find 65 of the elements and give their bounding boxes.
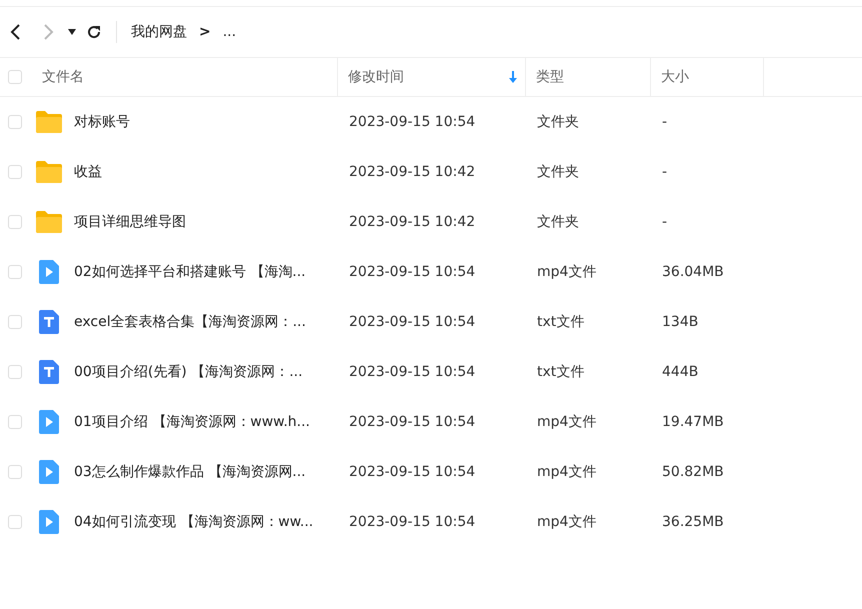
select-all-checkbox[interactable] bbox=[8, 70, 22, 84]
file-name[interactable]: 04如何引流变现 【海淘资源网：ww... bbox=[74, 513, 314, 531]
file-name[interactable]: 03怎么制作爆款作品 【海淘资源网... bbox=[74, 463, 306, 481]
file-size: - bbox=[662, 114, 668, 130]
modified-time: 2023-09-15 10:54 bbox=[349, 514, 476, 530]
file-type: 文件夹 bbox=[537, 113, 579, 131]
folder-icon bbox=[36, 211, 62, 233]
breadcrumb-separator: > bbox=[199, 24, 211, 40]
file-name[interactable]: 项目详细思维导图 bbox=[74, 213, 186, 231]
modified-time: 2023-09-15 10:54 bbox=[349, 414, 476, 430]
video-file-icon bbox=[39, 460, 59, 484]
file-type: txt文件 bbox=[537, 363, 584, 381]
modified-time: 2023-09-15 10:42 bbox=[349, 214, 476, 230]
file-name[interactable]: 00项目介绍(先看) 【海淘资源网：... bbox=[74, 363, 303, 381]
column-header[interactable]: 修改时间 bbox=[348, 68, 404, 86]
row-checkbox[interactable] bbox=[8, 265, 22, 279]
modified-time: 2023-09-15 10:42 bbox=[349, 164, 476, 180]
file-type: 文件夹 bbox=[537, 163, 579, 181]
file-size: 36.25MB bbox=[662, 514, 724, 530]
text-file-icon bbox=[39, 360, 59, 384]
file-type: txt文件 bbox=[537, 313, 584, 331]
file-type: mp4文件 bbox=[537, 463, 596, 481]
file-name[interactable]: 对标账号 bbox=[74, 113, 130, 131]
file-type: mp4文件 bbox=[537, 413, 596, 431]
column-header[interactable]: 类型 bbox=[536, 68, 564, 86]
column-header[interactable]: 大小 bbox=[661, 68, 689, 86]
file-size: 444B bbox=[662, 364, 698, 380]
file-size: 50.82MB bbox=[662, 464, 724, 480]
caret-icon[interactable] bbox=[68, 29, 76, 35]
row-checkbox[interactable] bbox=[8, 315, 22, 329]
row-checkbox[interactable] bbox=[8, 215, 22, 229]
video-file-icon bbox=[39, 510, 59, 534]
folder-icon bbox=[36, 161, 62, 183]
file-size: 134B bbox=[662, 314, 698, 330]
file-size: 19.47MB bbox=[662, 414, 724, 430]
file-size: 36.04MB bbox=[662, 264, 724, 280]
file-size: - bbox=[662, 164, 668, 180]
column-header[interactable]: 文件名 bbox=[42, 68, 84, 86]
modified-time: 2023-09-15 10:54 bbox=[349, 364, 476, 380]
row-checkbox[interactable] bbox=[8, 165, 22, 179]
file-type: 文件夹 bbox=[537, 213, 579, 231]
file-name[interactable]: 收益 bbox=[74, 163, 102, 181]
row-checkbox[interactable] bbox=[8, 115, 22, 129]
row-checkbox[interactable] bbox=[8, 465, 22, 479]
video-file-icon bbox=[39, 260, 59, 284]
file-type: mp4文件 bbox=[537, 263, 596, 281]
modified-time: 2023-09-15 10:54 bbox=[349, 114, 476, 130]
text-file-icon bbox=[39, 310, 59, 334]
folder-icon bbox=[36, 111, 62, 133]
file-name[interactable]: excel全套表格合集【海淘资源网：... bbox=[74, 313, 306, 331]
file-type: mp4文件 bbox=[537, 513, 596, 531]
modified-time: 2023-09-15 10:54 bbox=[349, 264, 476, 280]
video-file-icon bbox=[39, 410, 59, 434]
file-name[interactable]: 02如何选择平台和搭建账号 【海淘... bbox=[74, 263, 306, 281]
refresh-icon[interactable] bbox=[86, 24, 102, 40]
file-name[interactable]: 01项目介绍 【海淘资源网：www.h... bbox=[74, 413, 310, 431]
row-checkbox[interactable] bbox=[8, 515, 22, 529]
modified-time: 2023-09-15 10:54 bbox=[349, 464, 476, 480]
row-checkbox[interactable] bbox=[8, 365, 22, 379]
modified-time: 2023-09-15 10:54 bbox=[349, 314, 476, 330]
file-size: - bbox=[662, 214, 668, 230]
breadcrumb-link[interactable]: 我的网盘 bbox=[131, 23, 187, 41]
sort-arrow-icon[interactable] bbox=[509, 71, 517, 83]
breadcrumb-link[interactable]: ... bbox=[222, 24, 236, 40]
row-checkbox[interactable] bbox=[8, 415, 22, 429]
